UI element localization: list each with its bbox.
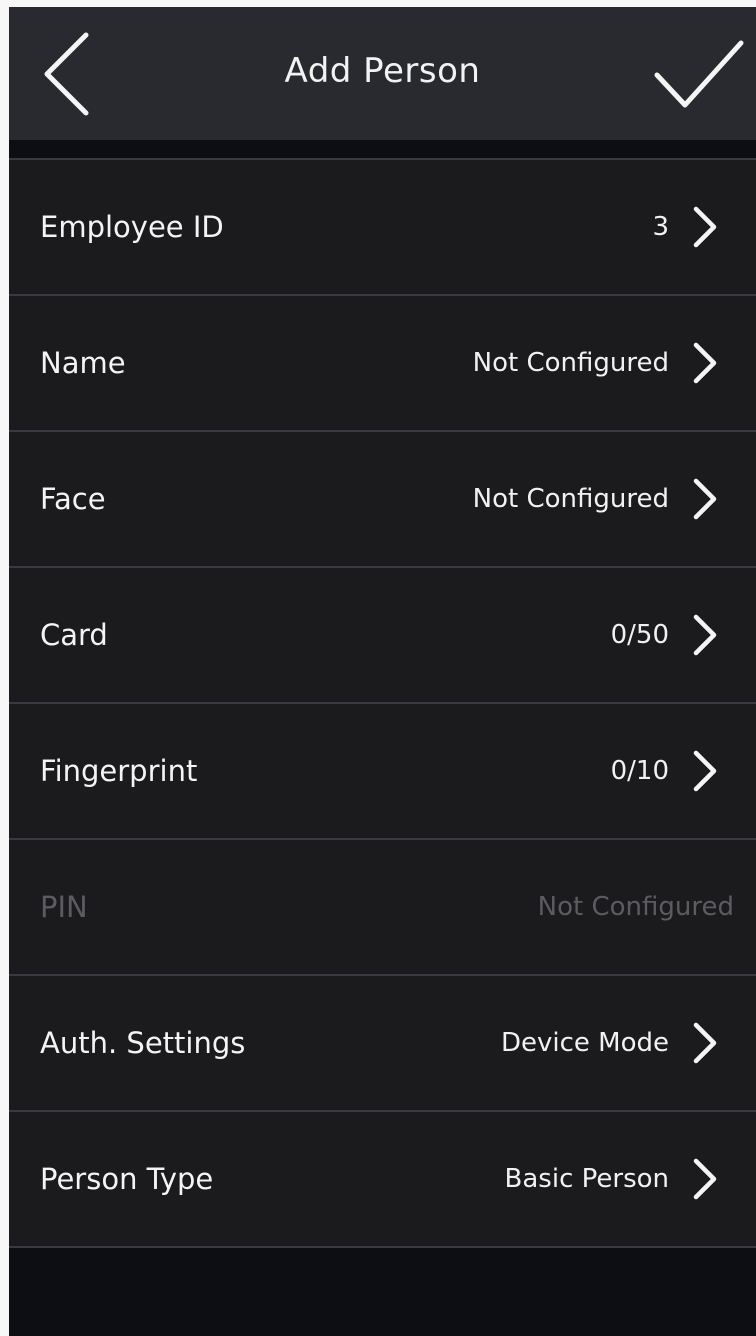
card-row[interactable]: Card 0/50 xyxy=(9,568,756,704)
empty-footer-area xyxy=(9,1253,756,1336)
name-row[interactable]: Name Not Configured xyxy=(9,296,756,432)
chevron-right-icon xyxy=(693,478,717,520)
employee-id-row[interactable]: Employee ID 3 xyxy=(9,160,756,296)
row-label: Face xyxy=(40,482,106,516)
row-label: Person Type xyxy=(40,1162,214,1196)
row-value: Not Configured xyxy=(472,484,669,514)
auth-settings-row[interactable]: Auth. Settings Device Mode xyxy=(9,976,756,1112)
row-label: Name xyxy=(40,346,126,380)
fingerprint-row[interactable]: Fingerprint 0/10 xyxy=(9,704,756,840)
row-value: 0/10 xyxy=(610,756,669,786)
face-row[interactable]: Face Not Configured xyxy=(9,432,756,568)
chevron-right-icon xyxy=(693,1022,717,1064)
confirm-button[interactable] xyxy=(649,35,749,115)
row-label: Card xyxy=(40,618,108,652)
chevron-right-icon xyxy=(693,1158,717,1200)
screen: Add Person Employee ID 3 Name Not Config… xyxy=(9,7,756,1336)
row-value: Not Configured xyxy=(472,348,669,378)
pin-row: PIN Not Configured xyxy=(9,840,756,976)
row-value: Not Configured xyxy=(537,892,734,922)
row-label: Fingerprint xyxy=(40,754,198,788)
row-value: Device Mode xyxy=(500,1028,669,1058)
chevron-right-icon xyxy=(693,614,717,656)
person-fields-list: Employee ID 3 Name Not Configured Face N… xyxy=(9,158,756,1248)
title-bar: Add Person xyxy=(9,7,756,140)
chevron-right-icon xyxy=(693,750,717,792)
chevron-right-icon xyxy=(693,342,717,384)
row-label: Employee ID xyxy=(40,210,224,244)
chevron-right-icon xyxy=(693,206,717,248)
checkmark-icon xyxy=(654,40,744,108)
row-value: 0/50 xyxy=(610,620,669,650)
row-value: Basic Person xyxy=(504,1164,669,1194)
header-separator xyxy=(9,140,756,158)
page-title: Add Person xyxy=(284,51,481,91)
row-label: Auth. Settings xyxy=(40,1026,246,1060)
row-value: 3 xyxy=(652,212,669,242)
person-type-row[interactable]: Person Type Basic Person xyxy=(9,1112,756,1248)
row-label: PIN xyxy=(40,890,88,924)
